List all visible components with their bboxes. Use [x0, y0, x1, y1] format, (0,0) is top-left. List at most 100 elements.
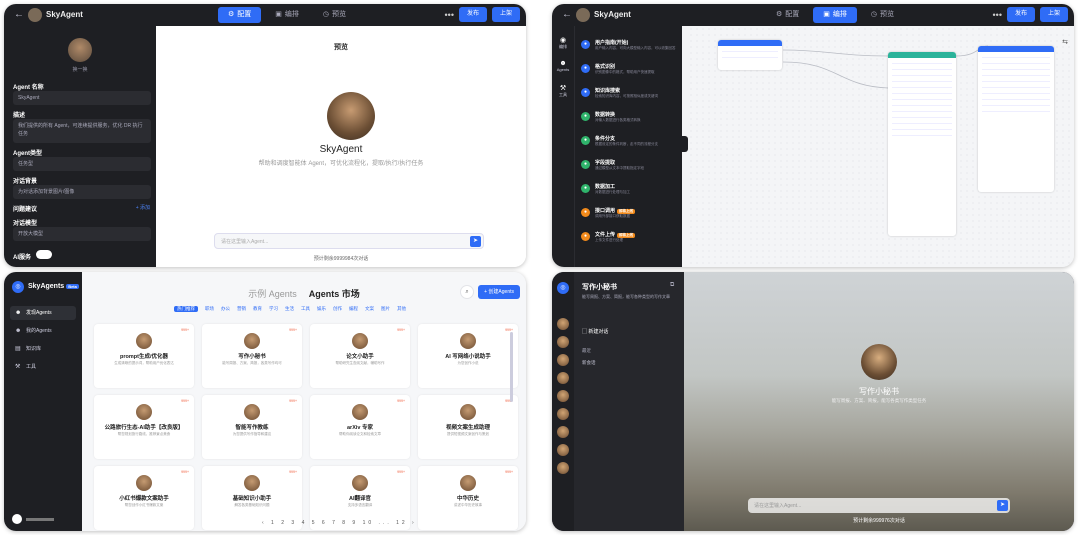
start-node[interactable]: [718, 40, 782, 70]
category-tab[interactable]: 职场: [205, 306, 214, 312]
new-chat-button[interactable]: ▢ 新建对话: [582, 328, 608, 335]
tab-examples[interactable]: 示例 Agents: [248, 289, 297, 299]
category-tab[interactable]: 生活: [285, 306, 294, 312]
agent-card[interactable]: 999+ 视频文案生成助理 提供短视频文案创作与策划: [418, 395, 518, 459]
deploy-button[interactable]: 上架: [1039, 7, 1068, 22]
avatar[interactable]: [557, 408, 569, 420]
bg-field[interactable]: 为对话添加背景图片/图像: [13, 185, 151, 199]
category-tab[interactable]: 热门推荐: [174, 306, 198, 312]
avatar[interactable]: [557, 426, 569, 438]
category-tab[interactable]: 图片: [381, 306, 390, 312]
agent-name-field[interactable]: SkyAgent: [13, 91, 151, 105]
sidebar-item-discover[interactable]: ☻ 发现Agents: [10, 306, 76, 320]
tab-config[interactable]: ⚙ 配置: [766, 7, 809, 23]
model-select[interactable]: 开放大模型: [13, 227, 151, 241]
ai-toggle[interactable]: [36, 250, 52, 259]
llm-node[interactable]: [888, 52, 956, 236]
avatar[interactable]: [68, 38, 92, 62]
agent-card[interactable]: 999+ 公路旅行生态-AI助手【改良版】 帮您规划旅行路线，推荐景点美食: [94, 395, 194, 459]
category-tab[interactable]: 学习: [269, 306, 278, 312]
scrollbar[interactable]: [510, 332, 513, 402]
node-item[interactable]: ● 接口调用 即将上线 调用外部接口获取数据: [581, 206, 681, 228]
agent-card[interactable]: 999+ arXiv 专家 帮助你阅读论文和检索文章: [310, 395, 410, 459]
avatar[interactable]: [557, 390, 569, 402]
avatar[interactable]: [557, 462, 569, 474]
flow-canvas[interactable]: ⇆: [688, 26, 1074, 267]
chat-placeholder: 请在这里输入Agent...: [754, 503, 802, 509]
sidebar-item-knowledge[interactable]: ▤ 知识库: [10, 342, 76, 356]
category-tab[interactable]: 编程: [349, 306, 358, 312]
history-icon[interactable]: ⧉: [670, 282, 674, 289]
node-item[interactable]: ● 文件上传 即将上线 上传文件进行处理: [581, 230, 681, 252]
tab-bar: ⚙ 配置 ▣ 编排 ◷ 预览: [218, 7, 356, 23]
avatar[interactable]: [557, 336, 569, 348]
search-icon[interactable]: ⌕: [460, 285, 474, 299]
agent-card[interactable]: 999+ 论文小助手 帮助研究生查阅文献，辅助写作: [310, 324, 410, 388]
publish-button[interactable]: 发布: [458, 7, 487, 22]
tab-preview[interactable]: ◷ 预览: [313, 7, 356, 23]
type-select[interactable]: 任务型: [13, 157, 151, 171]
agent-name: 写作小秘书: [859, 387, 899, 396]
node-item[interactable]: ● 格式识别 识别图像中的格式，帮助用户快速提取: [581, 62, 681, 84]
tab-preview[interactable]: ◷ 预览: [861, 7, 904, 23]
avatar[interactable]: [557, 444, 569, 456]
tab-config[interactable]: ⚙ 配置: [218, 7, 262, 23]
category-tab[interactable]: 创作: [333, 306, 342, 312]
node-item[interactable]: ● 知识库搜索 检索知识库内容，可按照相似度或关键词: [581, 86, 681, 108]
category-tab[interactable]: 营销: [237, 306, 246, 312]
deploy-button[interactable]: 上架: [491, 7, 520, 22]
node-item[interactable]: ● 用户指南(开始) 用户输入内容，可向大模型输入内容，可以收集回答: [581, 38, 681, 60]
desc-field[interactable]: 我们提供的所有 Agent，可连续提供服务，优化 DR 执行任务: [13, 119, 151, 143]
sidebar-item-tools[interactable]: ⚒ 工具: [10, 360, 76, 374]
avatar[interactable]: [557, 354, 569, 366]
card-avatar: [244, 404, 260, 420]
agent-card[interactable]: 999+ 写作小秘书 能写周报、方案、简报，各类写作均可: [202, 324, 302, 388]
agent-card[interactable]: 999+ 中华历史 讲述中华历史故事: [418, 466, 518, 530]
publish-button[interactable]: 发布: [1006, 7, 1035, 22]
more-icon[interactable]: •••: [993, 10, 1002, 20]
agent-card[interactable]: 999+ 小红书爆款文案助手 帮您创作小红书爆款文案: [94, 466, 194, 530]
category-tab[interactable]: 工具: [301, 306, 310, 312]
user-avatar[interactable]: [12, 514, 22, 524]
send-icon[interactable]: ➤: [997, 500, 1008, 511]
category-tab[interactable]: 娱乐: [317, 306, 326, 312]
back-icon[interactable]: ←: [562, 9, 572, 20]
rail-agents[interactable]: ☻ Agents: [552, 60, 574, 72]
rail-tools[interactable]: ⚒ 工具: [552, 84, 574, 98]
back-icon[interactable]: ←: [14, 9, 24, 20]
output-node[interactable]: [978, 46, 1054, 192]
change-avatar-link[interactable]: 换一换: [4, 66, 156, 73]
create-agent-button[interactable]: + 创建Agents: [478, 285, 520, 299]
agent-card[interactable]: 999+ prompt生成/优化器 生成清晰的提示词，帮助用户优化表达: [94, 324, 194, 388]
node-item[interactable]: ● 条件分支 根据设定的条件判断，走不同的流程分支: [581, 134, 681, 156]
agent-card[interactable]: 999+ 智能写作教练 为您提供写作指导和建议: [202, 395, 302, 459]
more-icon[interactable]: •••: [445, 10, 454, 20]
category-tab[interactable]: 教育: [253, 306, 262, 312]
pagination[interactable]: ‹ 1 2 3 4 5 6 7 8 9 10 ... 12 ›: [262, 520, 417, 526]
agent-desc: 能写周报、方案、简报，能写各类写作类型任务: [831, 398, 927, 403]
send-icon[interactable]: ➤: [470, 236, 481, 247]
card-avatar: [460, 475, 476, 491]
category-tab[interactable]: 办公: [221, 306, 230, 312]
zoom-icon[interactable]: ⇆: [1062, 38, 1068, 46]
agent-card[interactable]: 999+ AI 写网络小说助手 为您创作小说: [418, 324, 518, 388]
category-tab[interactable]: 文案: [365, 306, 374, 312]
node-item[interactable]: ● 数据转换 对输入数据进行各类格式转换: [581, 110, 681, 132]
chat-input[interactable]: 请在这里输入Agent... ➤: [214, 233, 484, 249]
add-guide-link[interactable]: + 添加: [136, 204, 150, 211]
rail-orchestrate[interactable]: ◉ 编排: [552, 36, 574, 50]
category-tab[interactable]: 其他: [397, 306, 406, 312]
avatar[interactable]: [557, 372, 569, 384]
node-list: ● 用户指南(开始) 用户输入内容，可向大模型输入内容，可以收集回答 ● 格式识别 识别…: [574, 26, 682, 267]
avatar[interactable]: [557, 318, 569, 330]
tab-market[interactable]: Agents 市场: [309, 289, 360, 299]
flow-icon: ◉: [559, 37, 567, 44]
tab-orchestrate[interactable]: ▣ 编排: [265, 7, 309, 23]
chat-input[interactable]: 请在这里输入Agent... ➤: [748, 498, 1010, 513]
tab-bar: ⚙ 配置 ▣ 编排 ◷ 预览: [766, 7, 904, 23]
conversation-item[interactable]: 新会话: [582, 360, 596, 366]
node-item[interactable]: ● 数据加工 对数据进行处理与加工: [581, 182, 681, 204]
tab-orchestrate[interactable]: ▣ 编排: [813, 7, 857, 23]
sidebar-item-my-agents[interactable]: ☻ 我的Agents: [10, 324, 76, 338]
node-item[interactable]: ● 字段提取 通过模型从文本中提取指定字段: [581, 158, 681, 180]
